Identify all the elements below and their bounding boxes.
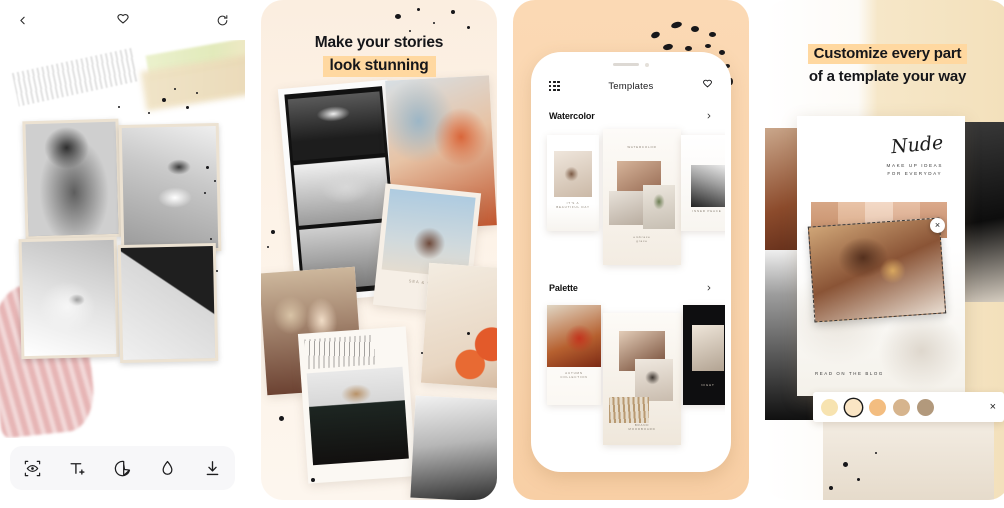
panel4-headline: Customize every part of a template your … — [765, 44, 1004, 85]
story-footer-text[interactable]: READ ON THE BLOG — [815, 371, 884, 376]
section-header-palette[interactable]: Palette — [537, 273, 725, 301]
color-swatch[interactable] — [917, 398, 934, 416]
template-card[interactable]: WATERCOLOR embrace grace — [603, 129, 681, 265]
collage-photo[interactable] — [18, 236, 120, 360]
phone-notch — [588, 58, 674, 71]
color-swatch-bar[interactable]: × — [813, 392, 1004, 422]
template-card[interactable]: NIGHT — [683, 305, 725, 405]
headline-line-1: Customize every part — [807, 44, 968, 64]
collage-photo[interactable] — [118, 122, 222, 254]
sticker-icon[interactable] — [106, 451, 140, 485]
panel-headline-collage[interactable]: SEA & SKY Make your stories look stunnin… — [261, 0, 497, 500]
grid-icon[interactable] — [549, 80, 560, 92]
template-card[interactable]: AUTUMN COLLECTION — [547, 305, 601, 405]
phone-screen[interactable]: Templates Watercolor IT'S A BEAUTIFUL DAY… — [537, 58, 725, 466]
template-card[interactable]: IT'S A BEAUTIFUL DAY — [547, 135, 599, 231]
color-swatch[interactable] — [893, 398, 910, 416]
color-drop-icon[interactable] — [151, 451, 185, 485]
phone-mockup: Templates Watercolor IT'S A BEAUTIFUL DAY… — [531, 52, 731, 472]
screenshot-gallery: SEA & SKY Make your stories look stunnin… — [0, 0, 1004, 508]
section-header-watercolor[interactable]: Watercolor — [537, 101, 725, 129]
headline-line-2: of a template your way — [808, 68, 967, 85]
add-text-icon[interactable] — [61, 451, 95, 485]
template-card[interactable]: BRAND MOODBOARD — [603, 313, 681, 445]
collage-card-fruit — [420, 262, 497, 390]
collage-card-note — [297, 326, 417, 484]
close-x-icon[interactable]: × — [990, 401, 996, 413]
download-icon[interactable] — [196, 451, 230, 485]
refresh-icon[interactable] — [216, 14, 229, 27]
collage-card-dark — [410, 395, 497, 500]
headline-line-2: look stunning — [322, 55, 436, 77]
color-swatch[interactable] — [869, 398, 886, 416]
preview-eye-icon[interactable] — [16, 451, 50, 485]
headline-line-1: Make your stories — [314, 34, 444, 51]
panel-editor-screen[interactable] — [0, 0, 245, 500]
color-swatch[interactable] — [821, 398, 838, 416]
template-card[interactable]: INNER PEACE — [681, 135, 725, 231]
section-title: Palette — [549, 283, 578, 293]
photo-collage[interactable] — [18, 118, 222, 364]
selected-photo-element[interactable] — [807, 217, 947, 323]
panel-templates-browser[interactable]: Templates Watercolor IT'S A BEAUTIFUL DAY… — [513, 0, 749, 500]
chevron-right-icon[interactable] — [705, 279, 713, 297]
chevron-left-icon[interactable] — [16, 14, 29, 27]
story-subtitle[interactable]: MAKE UP IDEAS FOR EVERYDAY — [887, 162, 943, 178]
close-x-icon[interactable]: × — [930, 218, 945, 233]
panel-customize-template[interactable]: Customize every part of a template your … — [765, 0, 1004, 500]
editor-topbar — [0, 0, 245, 40]
chevron-right-icon[interactable] — [705, 107, 713, 125]
heart-icon[interactable] — [702, 77, 713, 95]
heart-icon[interactable] — [116, 13, 130, 27]
templates-row-watercolor[interactable]: IT'S A BEAUTIFUL DAY WATERCOLOR embrace gra… — [543, 129, 725, 273]
section-title: Watercolor — [549, 111, 595, 121]
front-camera-icon — [645, 62, 649, 67]
speaker-grill-icon — [613, 63, 639, 66]
collage-photo[interactable] — [117, 242, 219, 364]
templates-row-palette[interactable]: AUTUMN COLLECTION BRAND MOODBOARD NIGHT — [543, 301, 725, 445]
background-photo — [823, 422, 994, 500]
editor-canvas[interactable] — [0, 40, 245, 438]
color-swatch-selected[interactable] — [845, 398, 862, 416]
panel2-headline: Make your stories look stunning — [261, 34, 497, 77]
grey-brush-stroke — [11, 47, 141, 107]
story-script-title[interactable]: Nude — [890, 132, 944, 158]
page-title: Templates — [608, 80, 654, 92]
collage-photo[interactable] — [22, 118, 122, 240]
editor-toolbar[interactable] — [10, 446, 235, 490]
